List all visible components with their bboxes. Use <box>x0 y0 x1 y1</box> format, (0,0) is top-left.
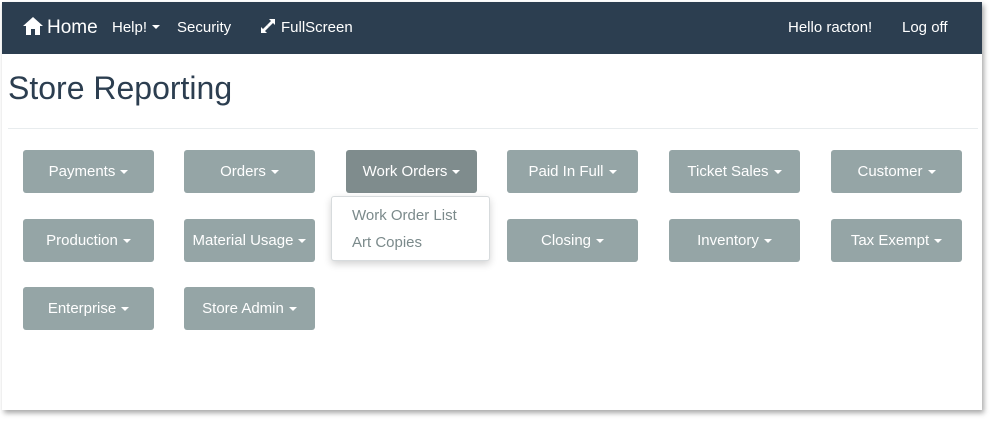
enterprise-menu-button[interactable]: Enterprise <box>23 287 154 330</box>
art-copies-menu-item[interactable]: Art Copies <box>352 234 422 251</box>
ticket-sales-menu-label: Ticket Sales <box>687 163 769 180</box>
closing-menu-button[interactable]: Closing <box>507 219 638 262</box>
caret-down-icon <box>934 238 943 243</box>
work-orders-dropdown-menu: Work Order List Art Copies <box>331 196 490 261</box>
expand-icon <box>261 19 275 33</box>
home-icon <box>23 17 43 35</box>
inventory-menu-label: Inventory <box>697 232 759 249</box>
page-title: Store Reporting <box>8 70 233 106</box>
nav-home-label: Home <box>47 17 98 38</box>
caret-down-icon <box>288 306 297 311</box>
customer-menu-button[interactable]: Customer <box>831 150 962 193</box>
production-menu-button[interactable]: Production <box>23 219 154 262</box>
caret-down-icon <box>773 169 782 174</box>
caret-down-icon <box>270 169 279 174</box>
caret-down-icon <box>298 238 307 243</box>
ticket-sales-menu-button[interactable]: Ticket Sales <box>669 150 800 193</box>
paid-in-full-menu-button[interactable]: Paid In Full <box>507 150 638 193</box>
work-orders-menu-button[interactable]: Work Orders <box>346 150 477 193</box>
nav-security-label: Security <box>177 19 232 36</box>
nav-logoff-link[interactable]: Log off <box>902 2 948 54</box>
caret-down-icon <box>121 306 130 311</box>
caret-down-icon <box>927 169 936 174</box>
nav-security-link[interactable]: Security <box>177 2 231 54</box>
nav-user-greeting-label: Hello racton! <box>788 19 873 36</box>
caret-down-icon <box>763 238 772 243</box>
nav-fullscreen-label: FullScreen <box>281 19 353 36</box>
material-usage-menu-button[interactable]: Material Usage <box>184 219 315 262</box>
work-order-list-menu-item[interactable]: Work Order List <box>352 207 457 224</box>
material-usage-menu-label: Material Usage <box>192 232 294 249</box>
payments-menu-button[interactable]: Payments <box>23 150 154 193</box>
top-navbar: Home Help! Security FullScreen Hello rac… <box>2 2 982 54</box>
nav-user-greeting[interactable]: Hello racton! <box>788 2 872 54</box>
caret-down-icon <box>122 238 131 243</box>
tax-exempt-menu-label: Tax Exempt <box>850 232 930 249</box>
store-admin-menu-button[interactable]: Store Admin <box>184 287 315 330</box>
caret-down-icon <box>120 169 129 174</box>
nav-logoff-label: Log off <box>902 19 948 36</box>
paid-in-full-menu-label: Paid In Full <box>528 163 604 180</box>
store-admin-menu-label: Store Admin <box>202 300 284 317</box>
tax-exempt-menu-button[interactable]: Tax Exempt <box>831 219 962 262</box>
nav-fullscreen-link[interactable]: FullScreen <box>260 2 353 54</box>
app-window: Home Help! Security FullScreen Hello rac… <box>2 2 982 410</box>
nav-help-label: Help! <box>112 19 148 36</box>
inventory-menu-button[interactable]: Inventory <box>669 219 800 262</box>
enterprise-menu-label: Enterprise <box>47 300 117 317</box>
work-orders-menu-label: Work Orders <box>362 163 448 180</box>
caret-down-icon <box>608 169 617 174</box>
orders-menu-label: Orders <box>220 163 266 180</box>
title-divider <box>8 128 978 129</box>
nav-home-link[interactable]: Home <box>22 2 98 54</box>
production-menu-label: Production <box>46 232 118 249</box>
closing-menu-label: Closing <box>540 232 592 249</box>
caret-down-icon <box>452 169 461 174</box>
nav-help-dropdown[interactable]: Help! <box>112 2 161 54</box>
customer-menu-label: Customer <box>857 163 923 180</box>
payments-menu-label: Payments <box>48 163 116 180</box>
caret-down-icon <box>596 238 605 243</box>
orders-menu-button[interactable]: Orders <box>184 150 315 193</box>
caret-down-icon <box>152 25 161 29</box>
